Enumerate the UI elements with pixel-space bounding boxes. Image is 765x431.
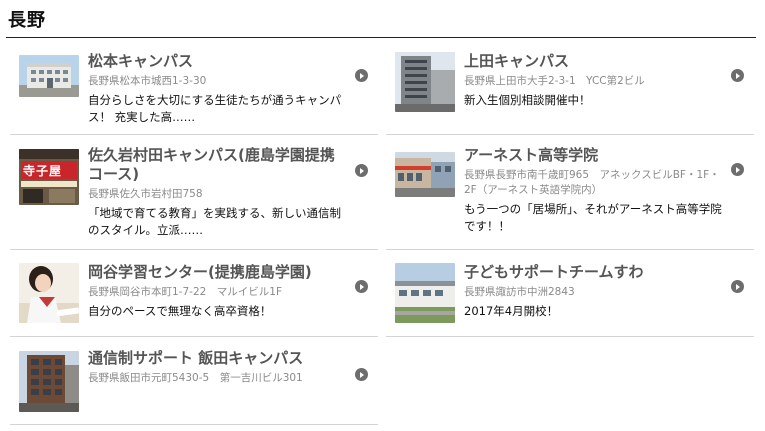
campus-description: 新入生個別相談開催中！ [464,93,591,107]
campus-description: 「地域で育てる教育」を実践する、新しい通信制のスタイル。立派…… [88,206,341,237]
play-circle-icon[interactable] [355,164,368,177]
campus-photo-earnest[interactable] [395,152,455,197]
campus-description: 2017年4月開校！ [464,304,559,318]
campus-name[interactable]: 岡谷学習センター(提携鹿島学園) [88,263,346,282]
campus-photo-okaya[interactable] [19,263,79,323]
campus-name[interactable]: 上田キャンパス [464,52,722,71]
campus-photo-iida[interactable] [19,351,79,412]
campus-list-right: 上田キャンパス 長野県上田市大手2-3-1 YCC第2ビル 新入生個別相談開催中… [386,38,754,337]
campus-name[interactable]: アーネスト高等学院 [464,146,722,165]
campus-card-saku[interactable]: 寺子屋 佐久岩村田キャンパス(鹿島学園提携コース) 長野県佐久市岩村田758 「… [10,135,378,250]
campus-name[interactable]: 通信制サポート 飯田キャンパス [88,349,346,368]
play-circle-icon[interactable] [731,280,744,293]
play-circle-icon[interactable] [731,163,744,176]
campus-address: 長野県諏訪市中洲2843 [464,286,575,298]
play-circle-icon[interactable] [355,368,368,381]
campus-card-suwa[interactable]: 子どもサポートチームすわ 長野県諏訪市中洲2843 2017年4月開校！ [386,250,754,337]
campus-address: 長野県松本市城西1-3-30 [88,75,207,87]
campus-card-matsumoto[interactable]: 松本キャンパス 長野県松本市城西1-3-30 自分らしさを大切にする生徒たちが通… [10,38,378,135]
campus-card-okaya[interactable]: 岡谷学習センター(提携鹿島学園) 長野県岡谷市本町1-7-22 マルイビル1F … [10,250,378,337]
play-circle-icon[interactable] [731,69,744,82]
campus-card-iida[interactable]: 通信制サポート 飯田キャンパス 長野県飯田市元町5430-5 第一吉川ビル301 [10,337,378,425]
region-title: 長野 [8,10,46,31]
campus-address: 長野県長野市南千歳町965 アネックスビルBF・1F・2F（アーネスト英語学院内… [464,169,720,196]
campus-photo-suwa[interactable] [395,263,455,323]
campus-list-left: 松本キャンパス 長野県松本市城西1-3-30 自分らしさを大切にする生徒たちが通… [10,38,378,425]
campus-photo-matsumoto[interactable] [19,55,79,97]
campus-photo-saku[interactable]: 寺子屋 [19,149,79,205]
campus-description: もう一つの「居場所」、それがアーネスト高等学院です！！ [464,202,722,233]
campus-card-ueda[interactable]: 上田キャンパス 長野県上田市大手2-3-1 YCC第2ビル 新入生個別相談開催中… [386,38,754,135]
campus-address: 長野県上田市大手2-3-1 YCC第2ビル [464,75,645,87]
campus-card-earnest[interactable]: アーネスト高等学院 長野県長野市南千歳町965 アネックスビルBF・1F・2F（… [386,135,754,250]
play-circle-icon[interactable] [355,280,368,293]
campus-description: 自分のペースで無理なく高卒資格！ [88,304,272,318]
play-circle-icon[interactable] [355,69,368,82]
campus-name[interactable]: 松本キャンパス [88,52,346,71]
campus-name[interactable]: 子どもサポートチームすわ [464,263,722,282]
campus-address: 長野県岡谷市本町1-7-22 マルイビル1F [88,286,283,298]
campus-address: 長野県佐久市岩村田758 [88,188,203,200]
campus-photo-sign: 寺子屋 [23,164,63,178]
campus-description: 自分らしさを大切にする生徒たちが通うキャンパス！ 充実した高…… [88,93,342,124]
campus-photo-ueda[interactable] [395,52,455,112]
campus-name[interactable]: 佐久岩村田キャンパス(鹿島学園提携コース) [88,146,346,184]
campus-address: 長野県飯田市元町5430-5 第一吉川ビル301 [88,372,303,384]
